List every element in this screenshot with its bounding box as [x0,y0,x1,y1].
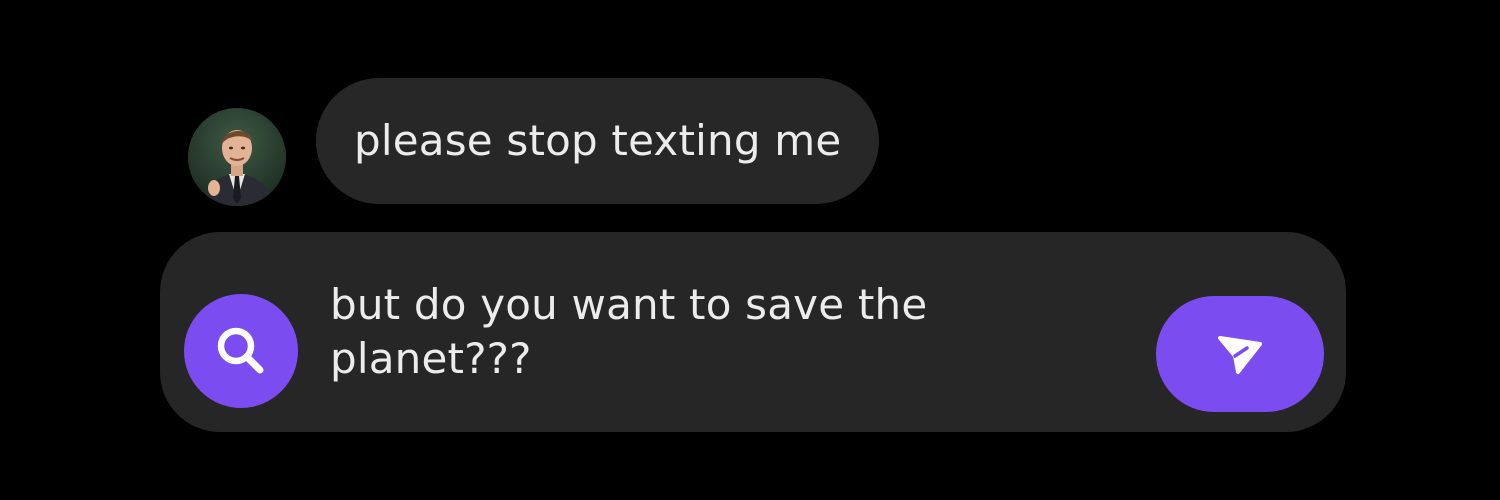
incoming-message-bubble[interactable]: please stop texting me [316,78,880,204]
message-composer[interactable]: but do you want to save the planet??? [160,232,1346,432]
message-input[interactable]: but do you want to save the planet??? [330,278,1050,386]
search-button[interactable] [184,294,298,408]
search-icon [217,327,264,374]
send-button[interactable] [1156,296,1324,412]
send-icon [1218,336,1262,374]
avatar[interactable] [188,108,286,206]
incoming-message-text: please stop texting me [354,116,842,165]
chat-screen: please stop texting me but do you want t… [0,0,1500,500]
avatar-image [188,108,286,206]
